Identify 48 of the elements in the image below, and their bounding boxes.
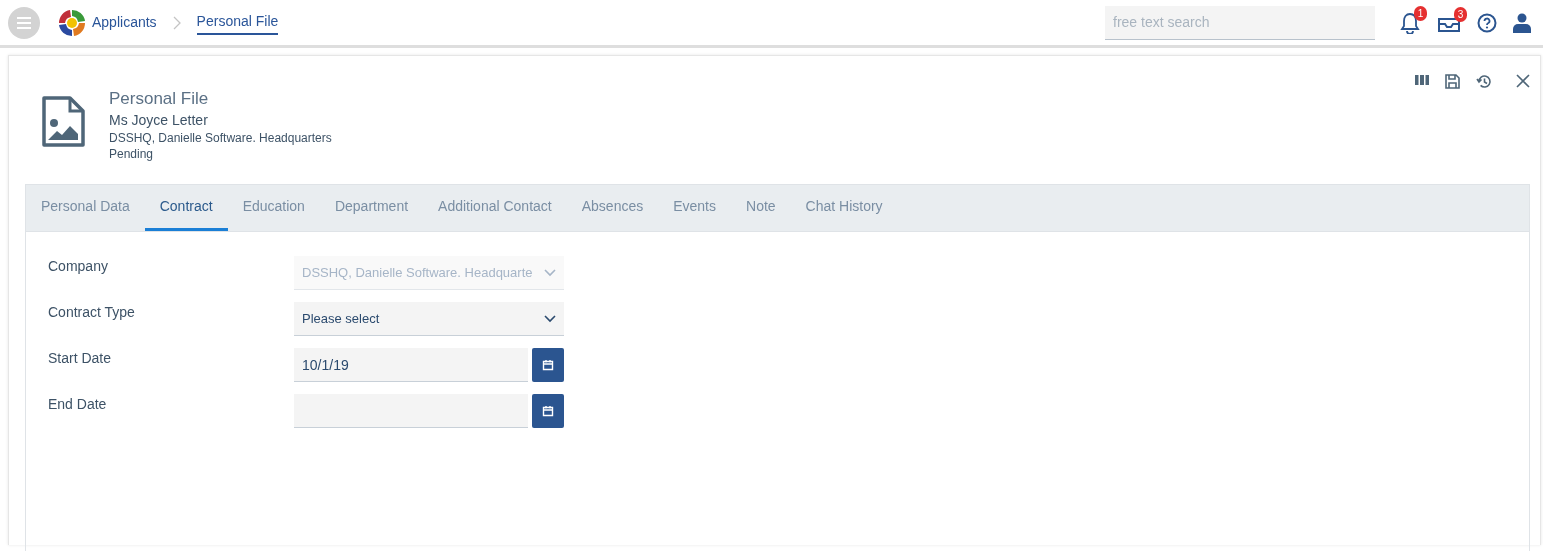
tab[interactable]: Personal Data bbox=[26, 185, 145, 231]
person-name: Ms Joyce Letter bbox=[109, 110, 209, 130]
columns-button[interactable] bbox=[1415, 74, 1429, 86]
image-file-icon bbox=[41, 96, 85, 148]
user-icon bbox=[1513, 12, 1531, 33]
search-field[interactable]: free text search bbox=[1105, 5, 1375, 40]
history-icon bbox=[1476, 74, 1492, 89]
field-label: End Date bbox=[48, 395, 108, 414]
message-count: 3 bbox=[1454, 6, 1467, 22]
date-field[interactable]: 10/1/19 bbox=[294, 348, 528, 382]
date-field[interactable] bbox=[294, 394, 528, 428]
chevron-down-icon bbox=[544, 268, 556, 277]
breadcrumb-link[interactable]: Personal File bbox=[196, 10, 279, 35]
calendar-icon bbox=[542, 405, 554, 417]
tab[interactable]: Contract bbox=[144, 185, 228, 231]
field-label: Start Date bbox=[48, 349, 113, 368]
tab[interactable]: Education bbox=[227, 185, 320, 231]
company-name: DSSHQ, Danielle Software. Headquarters bbox=[109, 129, 332, 146]
help-button[interactable] bbox=[1477, 12, 1497, 33]
close-icon bbox=[1516, 74, 1530, 88]
tab[interactable]: Chat History bbox=[790, 185, 898, 231]
menu-icon bbox=[16, 16, 32, 29]
notifications-button[interactable] bbox=[1399, 11, 1421, 34]
history-button[interactable] bbox=[1476, 74, 1492, 89]
chevron-down-icon bbox=[544, 314, 556, 323]
calendar-icon bbox=[542, 359, 554, 371]
columns-icon bbox=[1415, 74, 1429, 86]
tab[interactable]: Additional Contact bbox=[423, 185, 567, 231]
breadcrumb-link[interactable]: Applicants bbox=[92, 12, 157, 33]
field-label: Contract Type bbox=[48, 303, 136, 322]
field-label: Company bbox=[48, 257, 109, 276]
tab[interactable]: Note bbox=[731, 185, 791, 231]
tab[interactable]: Events bbox=[658, 185, 731, 231]
bell-icon bbox=[1399, 11, 1421, 34]
help-icon bbox=[1477, 12, 1497, 33]
close-button[interactable] bbox=[1516, 74, 1530, 88]
tab[interactable]: Absences bbox=[566, 185, 659, 231]
notification-count: 1 bbox=[1414, 5, 1427, 21]
calendar-button[interactable] bbox=[532, 394, 564, 428]
tab[interactable]: Department bbox=[319, 185, 424, 231]
calendar-button[interactable] bbox=[532, 348, 564, 382]
user-button[interactable] bbox=[1513, 12, 1531, 33]
record-status: Pending bbox=[109, 146, 155, 163]
save-icon bbox=[1445, 74, 1460, 89]
select-field[interactable]: Please select bbox=[294, 302, 564, 336]
save-button[interactable] bbox=[1445, 74, 1460, 89]
record-title: Personal File bbox=[109, 88, 210, 110]
chevron-icon bbox=[172, 15, 181, 30]
